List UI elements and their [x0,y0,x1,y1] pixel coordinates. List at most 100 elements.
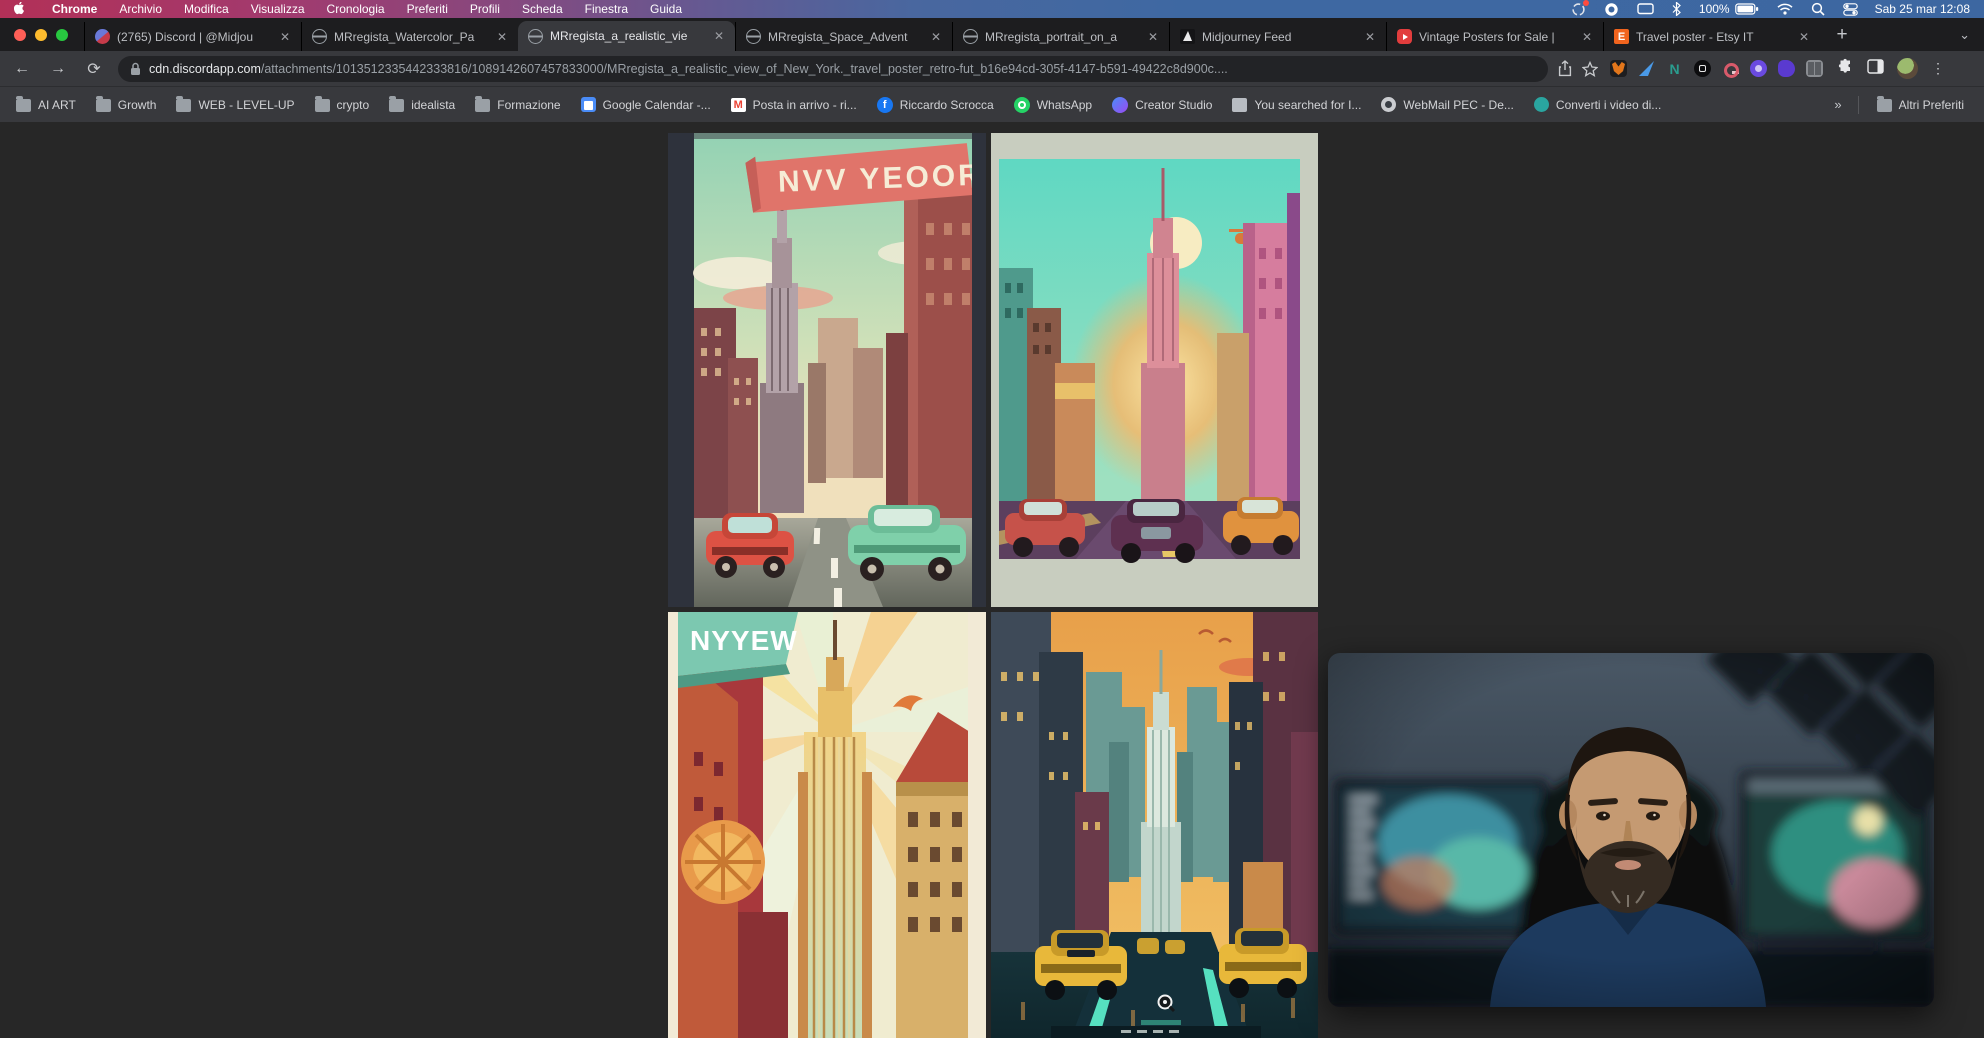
tab-close-icon[interactable]: ✕ [1362,29,1378,45]
lock-icon[interactable] [130,62,141,76]
tab-etsy[interactable]: E Travel poster - Etsy IT ✕ [1603,22,1820,51]
menu-profili[interactable]: Profili [459,0,511,18]
blue-feather-extension-icon[interactable] [1638,60,1655,77]
obs-icon[interactable] [1604,2,1619,17]
bookmark-facebook[interactable]: fRiccardo Scrocca [867,97,1004,113]
folder-icon [96,99,111,112]
tab-close-icon[interactable]: ✕ [494,29,510,45]
bookmark-google-calendar[interactable]: Google Calendar -... [571,97,721,112]
grid-extension-icon[interactable] [1806,60,1823,77]
tab-close-icon[interactable]: ✕ [1145,29,1161,45]
reload-button[interactable]: ⟳ [80,55,108,83]
share-icon[interactable] [1558,60,1572,77]
tab-label: Midjourney Feed [1202,30,1355,44]
toolbar-right: ⋮ [1837,58,1945,80]
chrome-tabstrip: (2765) Discord | @Midjou ✕ MRregista_Wat… [0,18,1984,51]
menu-archivio[interactable]: Archivio [108,0,173,18]
poster-top-left: NVV YEOORE [668,133,986,607]
bookmark-label: WEB - LEVEL-UP [198,98,294,112]
google-calendar-icon [581,97,596,112]
bookmark-folder-formazione[interactable]: Formazione [465,97,570,112]
tab-space-adventure[interactable]: MRregista_Space_Advent ✕ [735,22,952,51]
chrome-menu-icon[interactable]: ⋮ [1931,66,1945,71]
metamask-extension-icon[interactable] [1610,60,1627,77]
tab-close-icon[interactable]: ✕ [1796,29,1812,45]
control-center-icon[interactable] [1843,3,1858,16]
zoom-window-button[interactable] [56,29,68,41]
menu-preferiti[interactable]: Preferiti [396,0,459,18]
folder-icon [176,99,191,112]
dark-circle-extension-icon[interactable] [1694,60,1711,77]
globe-favicon [312,29,327,44]
tab-close-icon[interactable]: ✕ [277,29,293,45]
zoom-cursor [1156,993,1176,1013]
youtube-favicon [1397,29,1412,44]
menu-scheda[interactable]: Scheda [511,0,574,18]
screen-record-icon[interactable] [1571,2,1586,17]
bookmark-star-icon[interactable] [1582,61,1598,77]
creator-studio-icon [1112,97,1128,113]
bookmark-label: crypto [337,98,370,112]
bookmark-folder-idealista[interactable]: idealista [379,97,465,112]
other-bookmarks[interactable]: Altri Preferiti [1867,97,1974,112]
tab-portrait[interactable]: MRregista_portrait_on_a ✕ [952,22,1169,51]
bookmark-you-searched[interactable]: You searched for I... [1222,98,1371,112]
spotlight-icon[interactable] [1811,2,1825,16]
discord-favicon [95,29,110,44]
display-icon[interactable] [1637,3,1654,16]
tab-discord[interactable]: (2765) Discord | @Midjou ✕ [84,22,301,51]
bluetooth-icon[interactable] [1672,2,1681,16]
tab-realistic-view-active[interactable]: MRregista_a_realistic_vie ✕ [518,21,735,51]
bookmark-creator-studio[interactable]: Creator Studio [1102,97,1222,113]
tab-midjourney-feed[interactable]: Midjourney Feed ✕ [1169,22,1386,51]
bookmark-label: Converti i video di... [1556,98,1661,112]
bookmark-folder-web-level-up[interactable]: WEB - LEVEL-UP [166,97,304,112]
new-tab-button[interactable]: + [1828,21,1856,49]
folder-icon [389,99,404,112]
extensions-puzzle-icon[interactable] [1837,58,1854,80]
folder-icon [16,99,31,112]
bookmark-webmail-pec[interactable]: WebMail PEC - De... [1371,97,1523,112]
bookmark-gmail[interactable]: MPosta in arrivo - ri... [721,98,867,112]
tab-close-icon[interactable]: ✕ [928,29,944,45]
midjourney-favicon [1180,29,1195,44]
menubar-clock[interactable]: Sab 25 mar 12:08 [1875,2,1970,16]
close-window-button[interactable] [14,29,26,41]
tab-close-icon[interactable]: ✕ [711,28,727,44]
profile-avatar[interactable] [1897,58,1918,79]
menu-chrome[interactable]: Chrome [41,0,108,18]
tab-watercolor[interactable]: MRregista_Watercolor_Pa ✕ [301,22,518,51]
menu-finestra[interactable]: Finestra [574,0,639,18]
battery-percent: 100% [1699,2,1730,16]
bookmarks-bar: AI ART Growth WEB - LEVEL-UP crypto idea… [0,86,1984,122]
bookmark-folder-growth[interactable]: Growth [86,97,167,112]
bookmark-converti-video[interactable]: Converti i video di... [1524,97,1671,112]
apple-icon[interactable] [14,2,27,17]
battery-status[interactable]: 100% [1699,2,1759,16]
menu-visualizza[interactable]: Visualizza [240,0,316,18]
purple-circle-extension-icon[interactable] [1750,60,1767,77]
address-bar[interactable]: cdn.discordapp.com /attachments/10135123… [118,56,1548,82]
password-key-extension-icon[interactable] [1722,60,1739,77]
menu-cronologia[interactable]: Cronologia [316,0,396,18]
bookmarks-overflow-chevron[interactable]: » [1826,97,1849,112]
folder-icon [315,99,330,112]
bookmark-folder-ai-art[interactable]: AI ART [6,97,86,112]
wifi-icon[interactable] [1777,3,1793,15]
tab-vintage-posters[interactable]: Vintage Posters for Sale | ✕ [1386,22,1603,51]
tab-close-icon[interactable]: ✕ [1579,29,1595,45]
back-button[interactable]: ← [8,55,36,83]
globe-favicon [963,29,978,44]
bookmark-folder-crypto[interactable]: crypto [305,97,380,112]
purple-blob-extension-icon[interactable] [1778,60,1795,77]
forward-button[interactable]: → [44,55,72,83]
tab-search-chevron-icon[interactable]: ⌄ [1959,27,1970,43]
bookmark-whatsapp[interactable]: WhatsApp [1004,97,1102,113]
side-panel-icon[interactable] [1867,59,1884,79]
midjourney-poster-grid-image[interactable]: NVV YEOORE [668,133,1318,1038]
n-extension-icon[interactable]: N [1666,60,1683,77]
menu-guida[interactable]: Guida [639,0,693,18]
minimize-window-button[interactable] [35,29,47,41]
folder-icon [1877,99,1892,112]
menu-modifica[interactable]: Modifica [173,0,240,18]
